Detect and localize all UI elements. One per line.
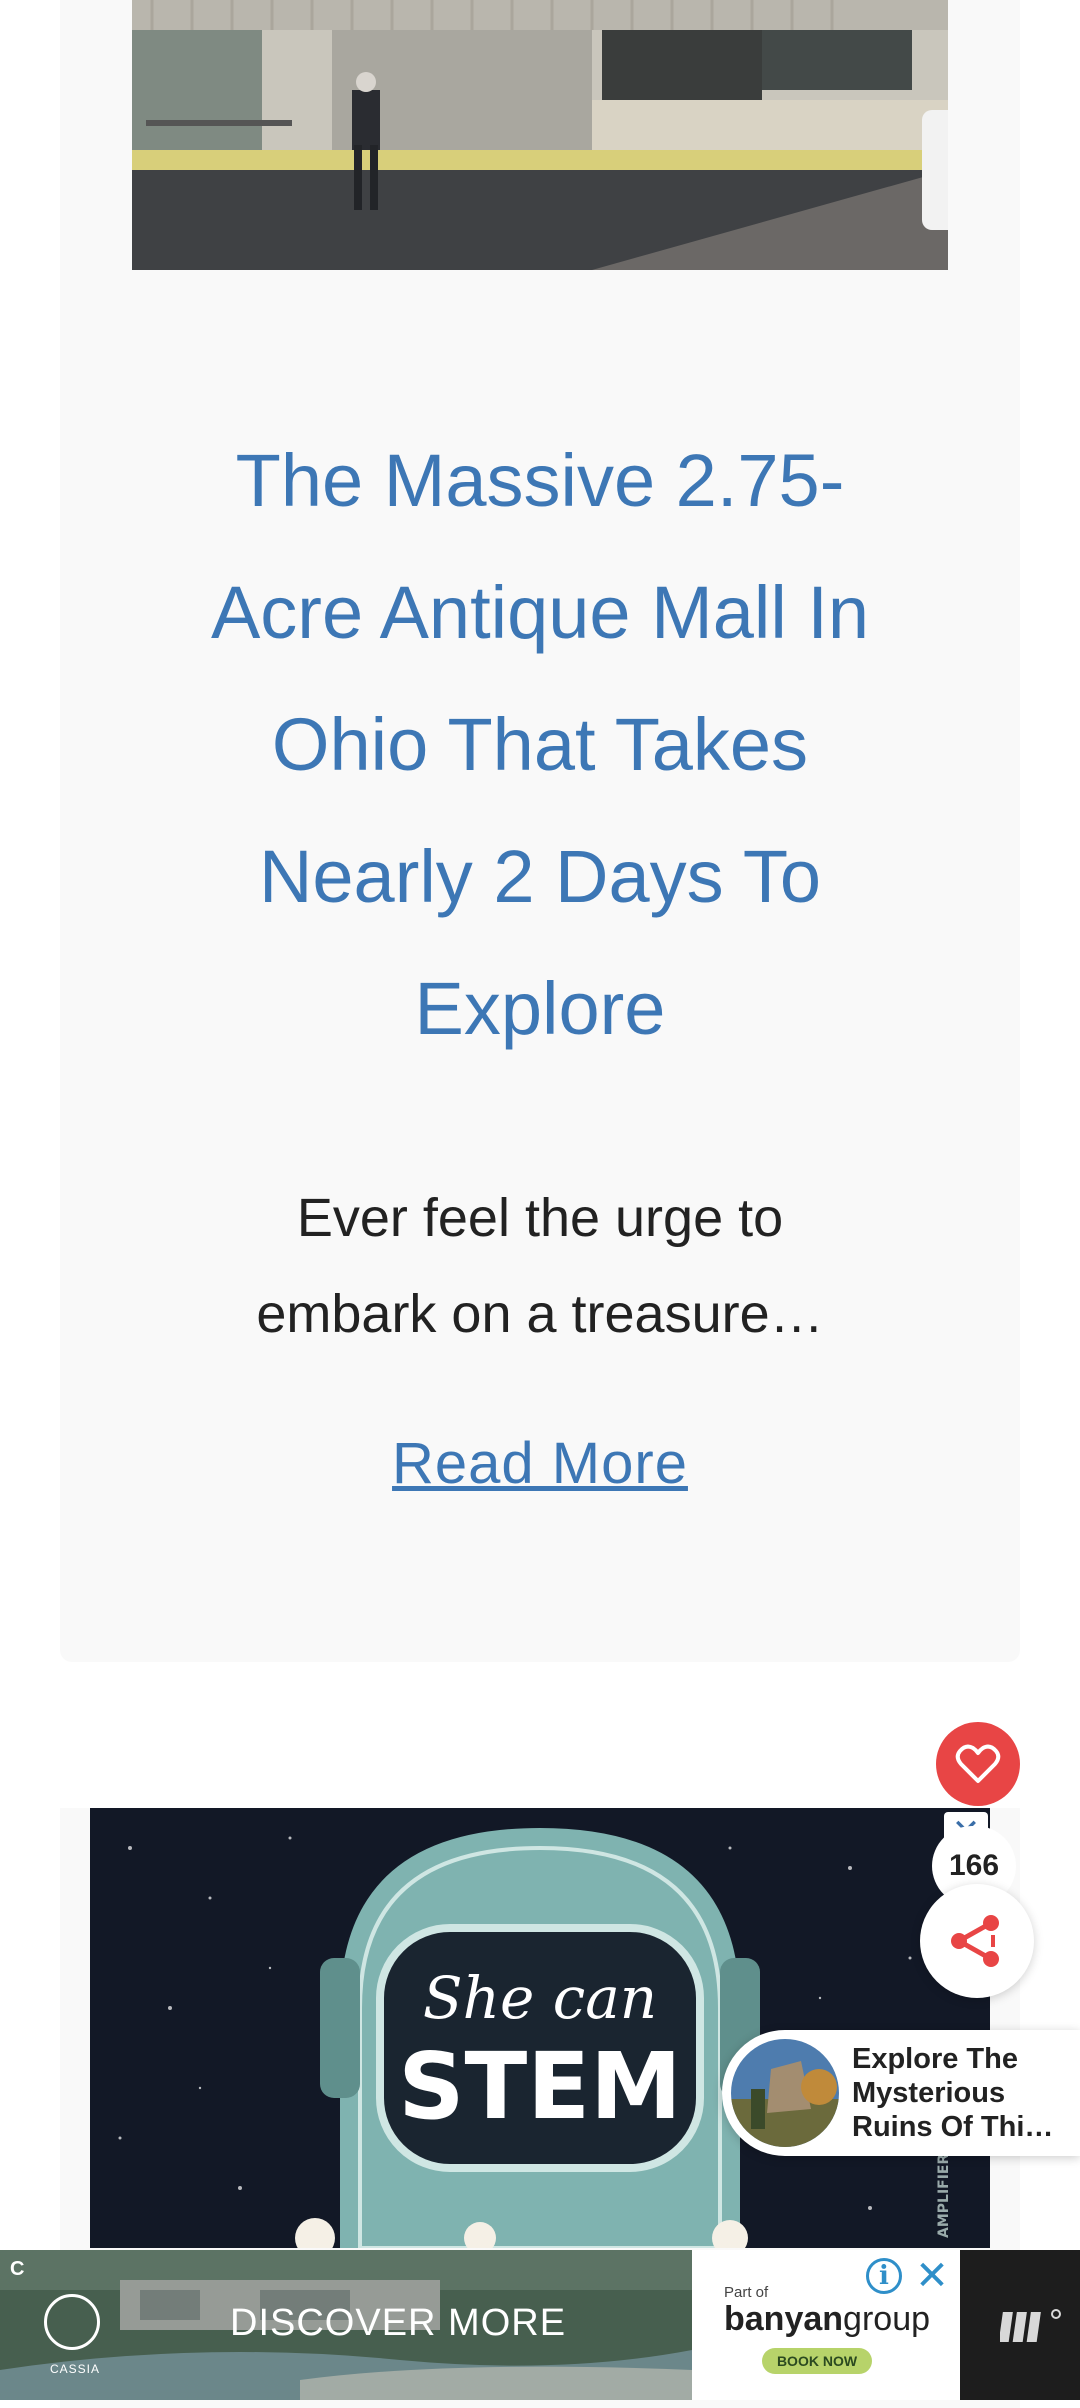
article-excerpt: Ever feel the urge to embark on a treasu… [256,1188,824,1344]
recommended-article-title: Explore The Mysterious Ruins Of Thi… [852,2043,1054,2143]
article-title[interactable]: The Massive 2.75-Acre Antique Mall In Oh… [180,415,900,1075]
astronaut-helmet-illustration: She can STEM AMPLIFIER.ORG [118,1828,952,2248]
article-hero-image[interactable] [132,0,948,270]
favorite-button[interactable] [936,1722,1020,1806]
ad-brand-left: CASSIA [50,2362,101,2376]
ad-close-icon[interactable]: ✕ [912,2256,952,2296]
ad-network-logo-icon [998,2304,1064,2349]
ad-part-of-text: Part of [724,2284,769,2301]
heart-icon [955,1744,1001,1783]
book-now-button[interactable]: BOOK NOW [762,2348,872,2374]
ad-tagline-script: She can [423,1964,657,2032]
share-button[interactable] [920,1884,1034,1998]
antique-mall-photo [132,0,948,270]
recommended-article-thumbnail [728,2036,842,2150]
share-icon [951,1915,999,1967]
cassia-logo-icon [44,2294,100,2350]
bottom-banner-ad[interactable]: C CASSIA DISCOVER MORE Part of banyangro… [0,2250,1080,2400]
ad-cta-text[interactable]: DISCOVER MORE [230,2302,566,2345]
read-more-link[interactable]: Read More [0,1430,1080,1497]
ad-stem-word: STEM [398,2033,681,2140]
she-can-stem-ad[interactable]: She can STEM AMPLIFIER.ORG [90,1808,990,2248]
ad-corner-mark: C [10,2258,25,2280]
ad-resort-photo: C CASSIA DISCOVER MORE [0,2250,692,2400]
ad-brand-name: banyangroup [724,2300,931,2338]
ad-info-icon[interactable]: i [866,2258,902,2294]
recommended-article-card[interactable]: Explore The Mysterious Ruins Of Thi… [722,2030,1080,2156]
